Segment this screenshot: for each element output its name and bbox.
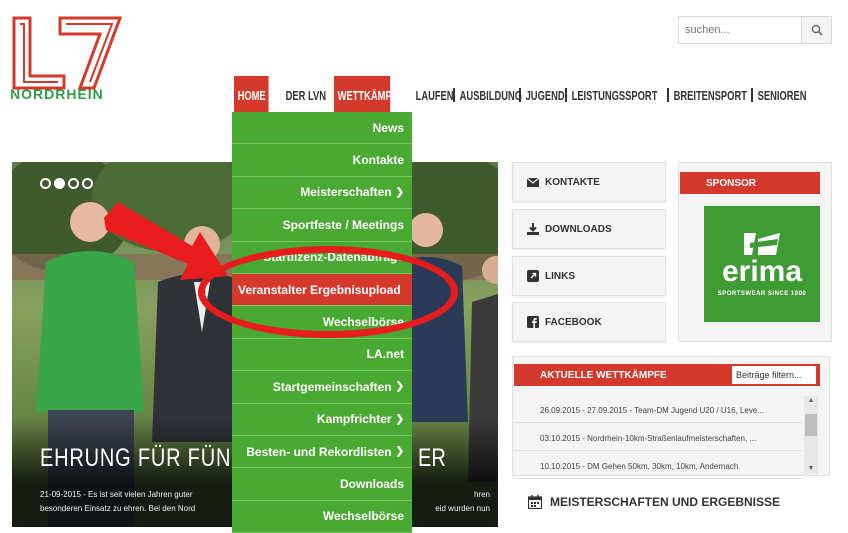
links-button[interactable]: LINKS [512, 256, 666, 296]
dd-downloads[interactable]: Downloads [232, 468, 412, 501]
dd-wechselboerse-2[interactable]: Wechselbörse [232, 501, 412, 533]
links-label: LINKS [545, 270, 575, 282]
facebook-icon [527, 316, 539, 328]
nav-laufen[interactable]: LAUFEN [412, 76, 454, 114]
downloads-button[interactable]: DOWNLOADS [512, 209, 666, 249]
dd-besten-rekordlisten[interactable]: Besten- und Rekordlisten ❯ [232, 436, 412, 469]
kontakte-button[interactable]: KONTAKTE [512, 162, 666, 202]
dd-la-net[interactable]: LA.net [232, 339, 412, 372]
dd-news[interactable]: News [232, 112, 412, 145]
search-button[interactable] [802, 16, 832, 44]
dd-startgemeinschaften[interactable]: Startgemeinschaften ❯ [232, 371, 412, 404]
dd-meisterschaften[interactable]: Meisterschaften ❯ [232, 177, 412, 210]
nav-wettkaempfe[interactable]: WETTKÄMPFE [334, 76, 404, 114]
calendar-icon [528, 495, 542, 509]
list-item[interactable]: 10.10.2015 - DM Gehen 50km, 30km, 10km, … [514, 455, 802, 479]
nav-separator [667, 88, 669, 102]
envelope-icon [527, 176, 539, 188]
meisterschaften-label: MEISTERSCHAFTEN UND ERGEBNISSE [550, 495, 781, 509]
nav-der-lvn[interactable]: DER LVN [282, 76, 326, 114]
headline-end: ER [418, 444, 446, 472]
teaser-line-2-end: eid wurden nun [435, 504, 490, 513]
search-input[interactable] [678, 16, 802, 44]
aktuelle-title: AKTUELLE WETTKÄMPFE [540, 369, 667, 381]
scroll-up-icon[interactable]: ▲ [804, 396, 818, 406]
erima-tagline: SPORTSWEAR SINCE 1900 [717, 291, 807, 297]
facebook-label: FACEBOOK [545, 316, 602, 328]
nav-senioren[interactable]: SENIOREN [754, 76, 807, 114]
scrollbar-thumb[interactable] [805, 414, 817, 436]
beitraege-filter-input[interactable]: Beiträge filtern... [732, 366, 816, 384]
nav-ausbildung[interactable]: AUSBILDUNG [456, 76, 522, 114]
dd-sportfeste[interactable]: Sportfeste / Meetings [232, 209, 412, 242]
sponsor-heading: SPONSOR [680, 172, 820, 194]
main-nav: HOME DER LVN WETTKÄMPFE LAUFEN AUSBILDUN… [234, 76, 810, 114]
download-icon [527, 223, 539, 235]
meisterschaften-ergebnisse-link[interactable]: MEISTERSCHAFTEN UND ERGEBNISSE [528, 492, 780, 512]
logo-text: NORDRHEIN [10, 86, 104, 102]
chevron-right-icon: ❯ [395, 413, 404, 425]
erima-wordmark: erima [721, 255, 803, 288]
slider-dot[interactable] [40, 178, 51, 189]
downloads-label: DOWNLOADS [545, 223, 612, 235]
teaser-line-1: 21-09-2015 - Es ist seit vielen Jahren g… [40, 490, 193, 499]
annotation-ellipse [198, 246, 458, 338]
nav-home[interactable]: HOME [234, 76, 269, 114]
scroll-down-icon[interactable]: ▼ [804, 465, 818, 472]
facebook-button[interactable]: FACEBOOK [512, 302, 666, 342]
external-link-icon [527, 270, 539, 282]
dd-kontakte[interactable]: Kontakte [232, 144, 412, 177]
teaser-line-1-end: hren [473, 490, 490, 499]
nav-leistungssport[interactable]: LEISTUNGSSPORT [568, 76, 658, 114]
list-item[interactable]: 26.09.2015 - 27.09.2015 - Team-DM Jugend… [514, 399, 802, 423]
erima-mark-icon [744, 233, 780, 255]
erima-sponsor-logo[interactable]: erima SPORTSWEAR SINCE 1900 [704, 206, 820, 322]
nav-breitensport[interactable]: BREITENSPORT [670, 76, 747, 114]
slider-dot-active[interactable] [54, 178, 65, 189]
slider-dot[interactable] [82, 178, 93, 189]
slider-dot[interactable] [68, 178, 79, 189]
kontakte-label: KONTAKTE [545, 176, 600, 188]
chevron-right-icon: ❯ [395, 381, 404, 393]
teaser-line-2: besonderen Einsatz zu ehren. Bei den Nor… [40, 504, 196, 513]
slider-dots [40, 178, 93, 189]
nav-separator [565, 88, 567, 102]
nav-separator [751, 88, 753, 102]
chevron-right-icon: ❯ [395, 186, 404, 198]
dd-kampfrichter[interactable]: Kampfrichter ❯ [232, 404, 412, 436]
chevron-right-icon: ❯ [395, 446, 404, 458]
search-icon [811, 24, 823, 36]
list-item[interactable]: 03.10.2015 - Nordrhein-10km-Straßenlaufm… [514, 427, 802, 451]
nav-jugend[interactable]: JUGEND [522, 76, 565, 114]
